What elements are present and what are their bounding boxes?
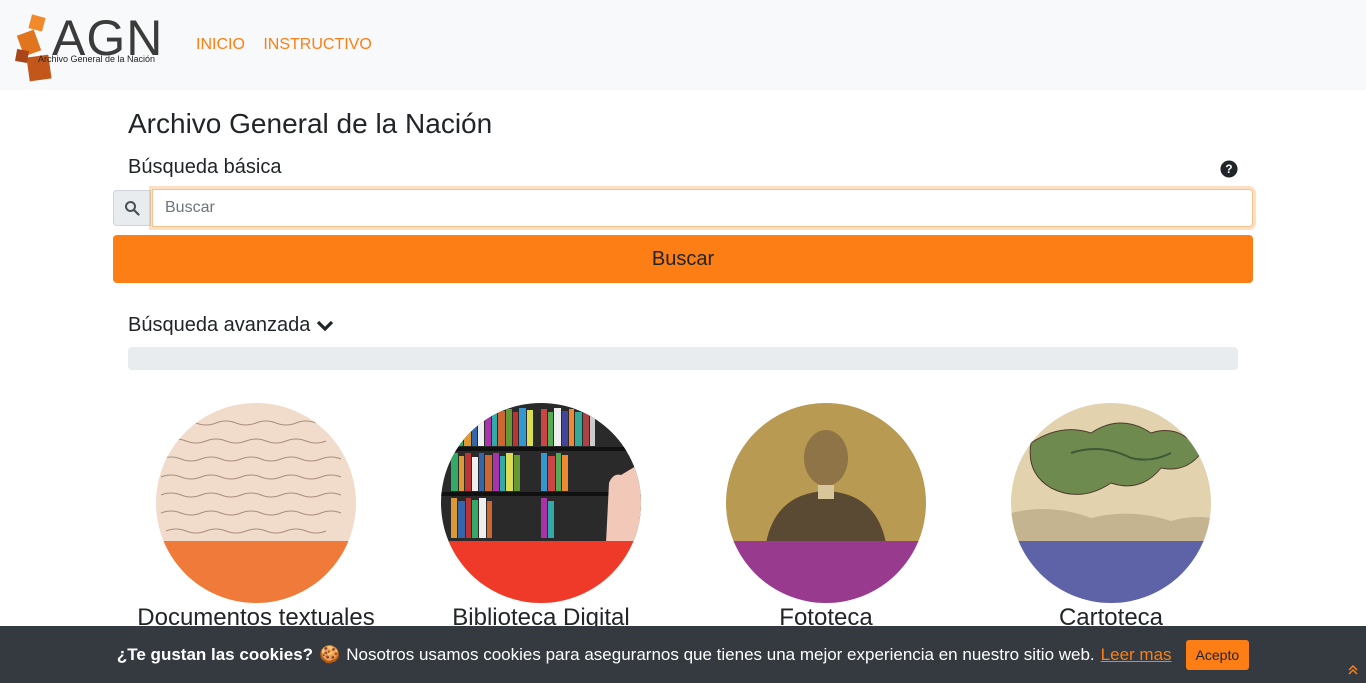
category-documentos-textuales[interactable]: Documentos textuales xyxy=(126,403,386,632)
cookie-message: Nosotros usamos cookies para asegurarnos… xyxy=(346,644,1095,664)
top-navbar: AGN Archivo General de la Nación INICIO … xyxy=(0,0,1366,90)
agn-logo[interactable]: AGN Archivo General de la Nación xyxy=(14,10,162,84)
manuscript-image xyxy=(156,403,356,543)
category-band xyxy=(441,541,641,603)
cookie-consent-bar: ¿Te gustan las cookies? 🍪 Nosotros usamo… xyxy=(0,626,1366,683)
category-fototeca[interactable]: Fototeca xyxy=(696,403,956,632)
logo-emblem-icon xyxy=(15,14,52,82)
category-image xyxy=(156,403,356,603)
cookie-read-more-link[interactable]: Leer mas xyxy=(1101,645,1172,665)
search-group xyxy=(113,189,1253,227)
map-image xyxy=(1011,403,1211,543)
category-image xyxy=(726,403,926,603)
chevron-up-double-icon[interactable] xyxy=(1348,665,1358,675)
search-input[interactable] xyxy=(152,189,1253,227)
category-band xyxy=(156,541,356,603)
search-addon xyxy=(113,190,151,226)
cookie-icon: 🍪 xyxy=(319,644,341,664)
portrait-photo-image xyxy=(726,403,926,543)
basic-search-heading: Búsqueda básica xyxy=(128,156,282,178)
advanced-search-panel xyxy=(128,347,1238,370)
category-band xyxy=(1011,541,1211,603)
category-band xyxy=(726,541,926,603)
main-nav: INICIO INSTRUCTIVO xyxy=(196,36,386,54)
cookie-question: ¿Te gustan las cookies? xyxy=(116,644,314,664)
cookie-accept-button[interactable]: Acepto xyxy=(1185,639,1250,670)
category-image xyxy=(1011,403,1211,603)
advanced-search-toggle[interactable]: Búsqueda avanzada xyxy=(128,314,334,337)
svg-text:?: ? xyxy=(1225,163,1232,176)
search-button[interactable]: Buscar xyxy=(113,235,1253,283)
question-circle-icon[interactable]: ? xyxy=(1220,160,1238,178)
category-biblioteca-digital[interactable]: Biblioteca Digital xyxy=(411,403,671,632)
search-icon xyxy=(125,201,140,216)
page-title: Archivo General de la Nación xyxy=(128,108,493,139)
advanced-search-label: Búsqueda avanzada xyxy=(128,314,311,336)
bookshelf-image xyxy=(441,403,641,543)
nav-instructivo[interactable]: INSTRUCTIVO xyxy=(263,36,371,53)
logo-subtext: Archivo General de la Nación xyxy=(38,54,156,64)
nav-inicio[interactable]: INICIO xyxy=(196,36,245,53)
chevron-down-icon xyxy=(317,320,334,331)
category-image xyxy=(441,403,641,603)
category-cartoteca[interactable]: Cartoteca xyxy=(981,403,1241,632)
